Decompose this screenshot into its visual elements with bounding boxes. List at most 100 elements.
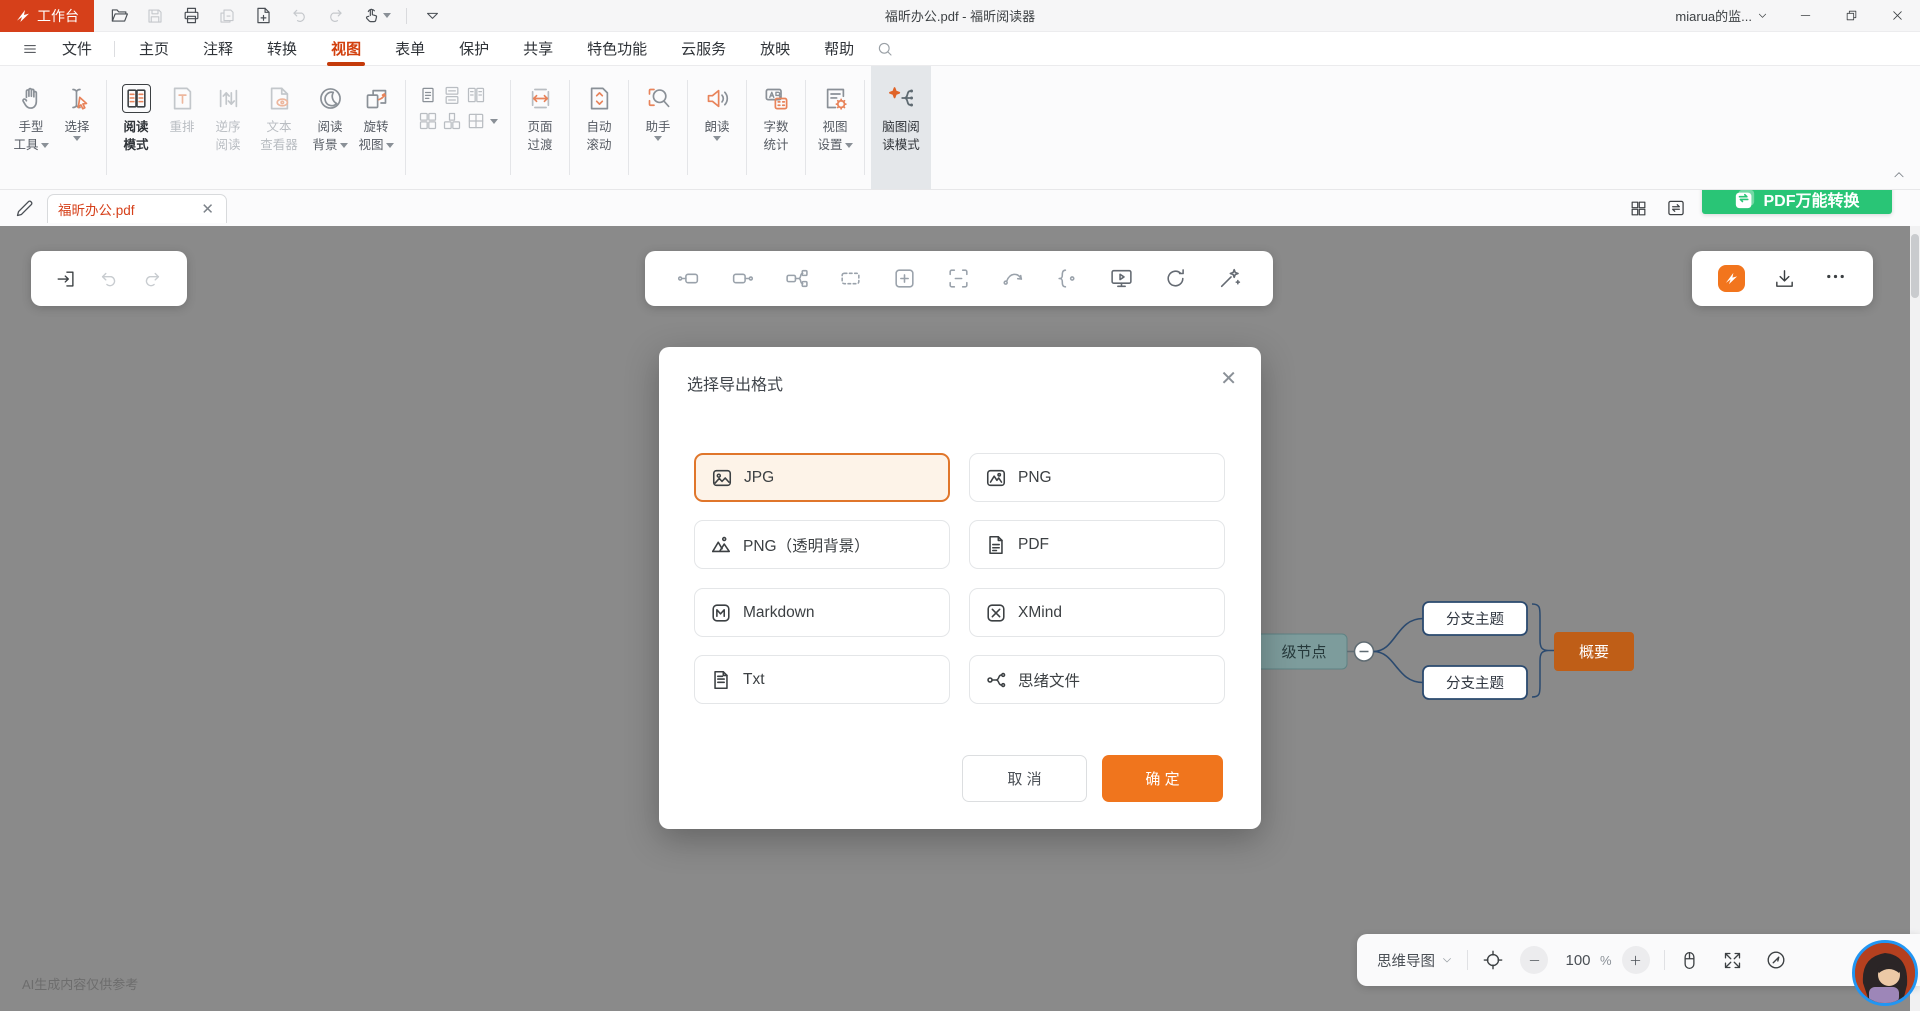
mindmap-mode-icon xyxy=(887,78,915,118)
menu-item-file[interactable]: 文件 xyxy=(52,32,102,66)
side-panel-icon[interactable] xyxy=(1666,198,1686,218)
menu-item-home[interactable]: 主页 xyxy=(129,32,179,66)
facing-continuous-layout-icon[interactable] xyxy=(418,111,438,131)
view-settings-button[interactable]: 视图 设置 xyxy=(812,66,858,189)
confirm-button[interactable]: 确 定 xyxy=(1102,755,1223,802)
summary-brace-icon[interactable] xyxy=(1055,266,1080,291)
zoom-in-button[interactable] xyxy=(1622,946,1650,974)
menu-item-features[interactable]: 特色功能 xyxy=(577,32,657,66)
root-node-label: 级节点 xyxy=(1281,644,1326,661)
vertical-scrollbar[interactable] xyxy=(1910,226,1920,1011)
menu-item-protect[interactable]: 保护 xyxy=(449,32,499,66)
rotate-view-button[interactable]: 旋转 视图 xyxy=(353,66,399,189)
scrollbar-thumb[interactable] xyxy=(1911,234,1919,298)
fullscreen-icon[interactable] xyxy=(1722,950,1743,971)
hand-tool-button[interactable]: 手型 工具 xyxy=(8,66,54,189)
export-option-png[interactable]: PNG xyxy=(969,453,1225,502)
assistant-avatar[interactable] xyxy=(1852,940,1918,1006)
cover-page-layout-icon[interactable] xyxy=(442,111,462,131)
text-viewer-button[interactable]: 文本 查看器 xyxy=(251,66,307,189)
insert-parent-topic-icon[interactable] xyxy=(676,266,701,291)
menu-item-present[interactable]: 放映 xyxy=(750,32,800,66)
menu-item-cloud[interactable]: 云服务 xyxy=(671,32,736,66)
export-option-xmind[interactable]: XMind xyxy=(969,588,1225,637)
insert-node-icon[interactable] xyxy=(892,266,917,291)
collapse-ribbon-icon[interactable] xyxy=(1892,168,1906,182)
reverse-read-button[interactable]: 逆序 阅读 xyxy=(205,66,251,189)
mindmap-undo-icon[interactable] xyxy=(98,268,120,290)
read-background-button[interactable]: 阅读 背景 xyxy=(307,66,353,189)
customize-toolbar-icon[interactable] xyxy=(421,5,443,27)
open-file-icon[interactable] xyxy=(108,5,130,27)
tabbar-right-tools xyxy=(1629,190,1686,226)
insert-child-topic-icon[interactable] xyxy=(784,266,809,291)
read-aloud-button[interactable]: 朗读 xyxy=(694,66,740,189)
assistant-button[interactable]: 助手 xyxy=(635,66,681,189)
menu-item-comment[interactable]: 注释 xyxy=(193,32,243,66)
new-document-icon[interactable] xyxy=(252,5,274,27)
mindmap-read-mode-button[interactable]: 脑图阅 读模式 xyxy=(871,66,931,189)
outer-frame-icon[interactable] xyxy=(946,266,971,291)
grid-view-icon[interactable] xyxy=(1629,199,1648,218)
menu-item-view[interactable]: 视图 xyxy=(321,32,371,66)
menu-item-convert[interactable]: 转换 xyxy=(257,32,307,66)
export-option-jpg[interactable]: JPG xyxy=(694,453,950,502)
page-transition-button[interactable]: 页面 过渡 xyxy=(517,66,563,189)
search-icon[interactable] xyxy=(876,40,894,58)
menu-item-help[interactable]: 帮助 xyxy=(814,32,864,66)
auto-scroll-button[interactable]: 自动 滚动 xyxy=(576,66,622,189)
facing-layout-icon[interactable] xyxy=(466,85,486,105)
export-option-pdf[interactable]: PDF xyxy=(969,520,1225,569)
document-tab[interactable]: 福昕办公.pdf ✕ xyxy=(47,194,227,223)
zoom-out-button[interactable] xyxy=(1520,946,1548,974)
copy-page-icon[interactable] xyxy=(216,5,238,27)
undo-icon[interactable] xyxy=(288,5,310,27)
relationship-line-icon[interactable] xyxy=(1001,266,1026,291)
dropdown-arrow-icon xyxy=(41,143,49,148)
close-tab-icon[interactable]: ✕ xyxy=(199,200,216,219)
ai-beautify-wand-icon[interactable] xyxy=(1217,266,1242,291)
close-window-button[interactable] xyxy=(1874,0,1920,32)
save-icon[interactable] xyxy=(144,5,166,27)
menu-item-form[interactable]: 表单 xyxy=(385,32,435,66)
read-mode-button[interactable]: 阅读 模式 xyxy=(113,66,159,189)
hamburger-menu-icon[interactable] xyxy=(22,41,38,57)
mouse-mode-icon[interactable] xyxy=(1679,950,1700,971)
single-page-layout-icon[interactable] xyxy=(418,85,438,105)
continuous-layout-icon[interactable] xyxy=(442,85,462,105)
reflow-button[interactable]: 重排 xyxy=(159,66,205,189)
guide-help-icon[interactable] xyxy=(1765,949,1787,971)
export-option-mind-file[interactable]: 思绪文件 xyxy=(969,655,1225,704)
export-option-txt[interactable]: Txt xyxy=(694,655,950,704)
presentation-icon[interactable] xyxy=(1109,266,1134,291)
layout-dropdown-icon[interactable] xyxy=(490,119,498,124)
mindmap-redo-icon[interactable] xyxy=(141,268,163,290)
summary-node-label: 概要 xyxy=(1579,644,1609,661)
split-view-icon[interactable] xyxy=(466,111,486,131)
maximize-button[interactable] xyxy=(1828,0,1874,32)
mindmap-right-toolbar xyxy=(1692,251,1873,306)
export-option-png-transparent[interactable]: PNG（透明背景） xyxy=(694,520,950,569)
exit-mindmap-icon[interactable] xyxy=(55,268,77,290)
map-type-selector[interactable]: 思维导图 xyxy=(1377,950,1453,971)
workspace-button[interactable]: 工作台 xyxy=(0,0,94,32)
floating-topic-icon[interactable] xyxy=(838,266,863,291)
redo-icon[interactable] xyxy=(324,5,346,27)
insert-sibling-topic-icon[interactable] xyxy=(730,266,755,291)
account-menu[interactable]: miarua的监... xyxy=(1661,6,1782,25)
rename-pencil-icon[interactable] xyxy=(14,198,35,219)
menu-item-share[interactable]: 共享 xyxy=(513,32,563,66)
select-tool-button[interactable]: 选择 xyxy=(54,66,100,189)
locate-center-icon[interactable] xyxy=(1482,949,1504,971)
brand-badge-icon[interactable] xyxy=(1718,265,1745,292)
word-count-button[interactable]: 字数 统计 xyxy=(753,66,799,189)
hand-select-tool-icon[interactable] xyxy=(360,5,392,27)
more-options-icon[interactable] xyxy=(1824,265,1847,293)
dialog-close-icon[interactable]: ✕ xyxy=(1220,369,1237,389)
refresh-layout-icon[interactable] xyxy=(1163,266,1188,291)
print-icon[interactable] xyxy=(180,5,202,27)
download-icon[interactable] xyxy=(1773,267,1796,290)
cancel-button[interactable]: 取 消 xyxy=(962,755,1087,802)
minimize-button[interactable] xyxy=(1782,0,1828,32)
export-option-markdown[interactable]: Markdown xyxy=(694,588,950,637)
